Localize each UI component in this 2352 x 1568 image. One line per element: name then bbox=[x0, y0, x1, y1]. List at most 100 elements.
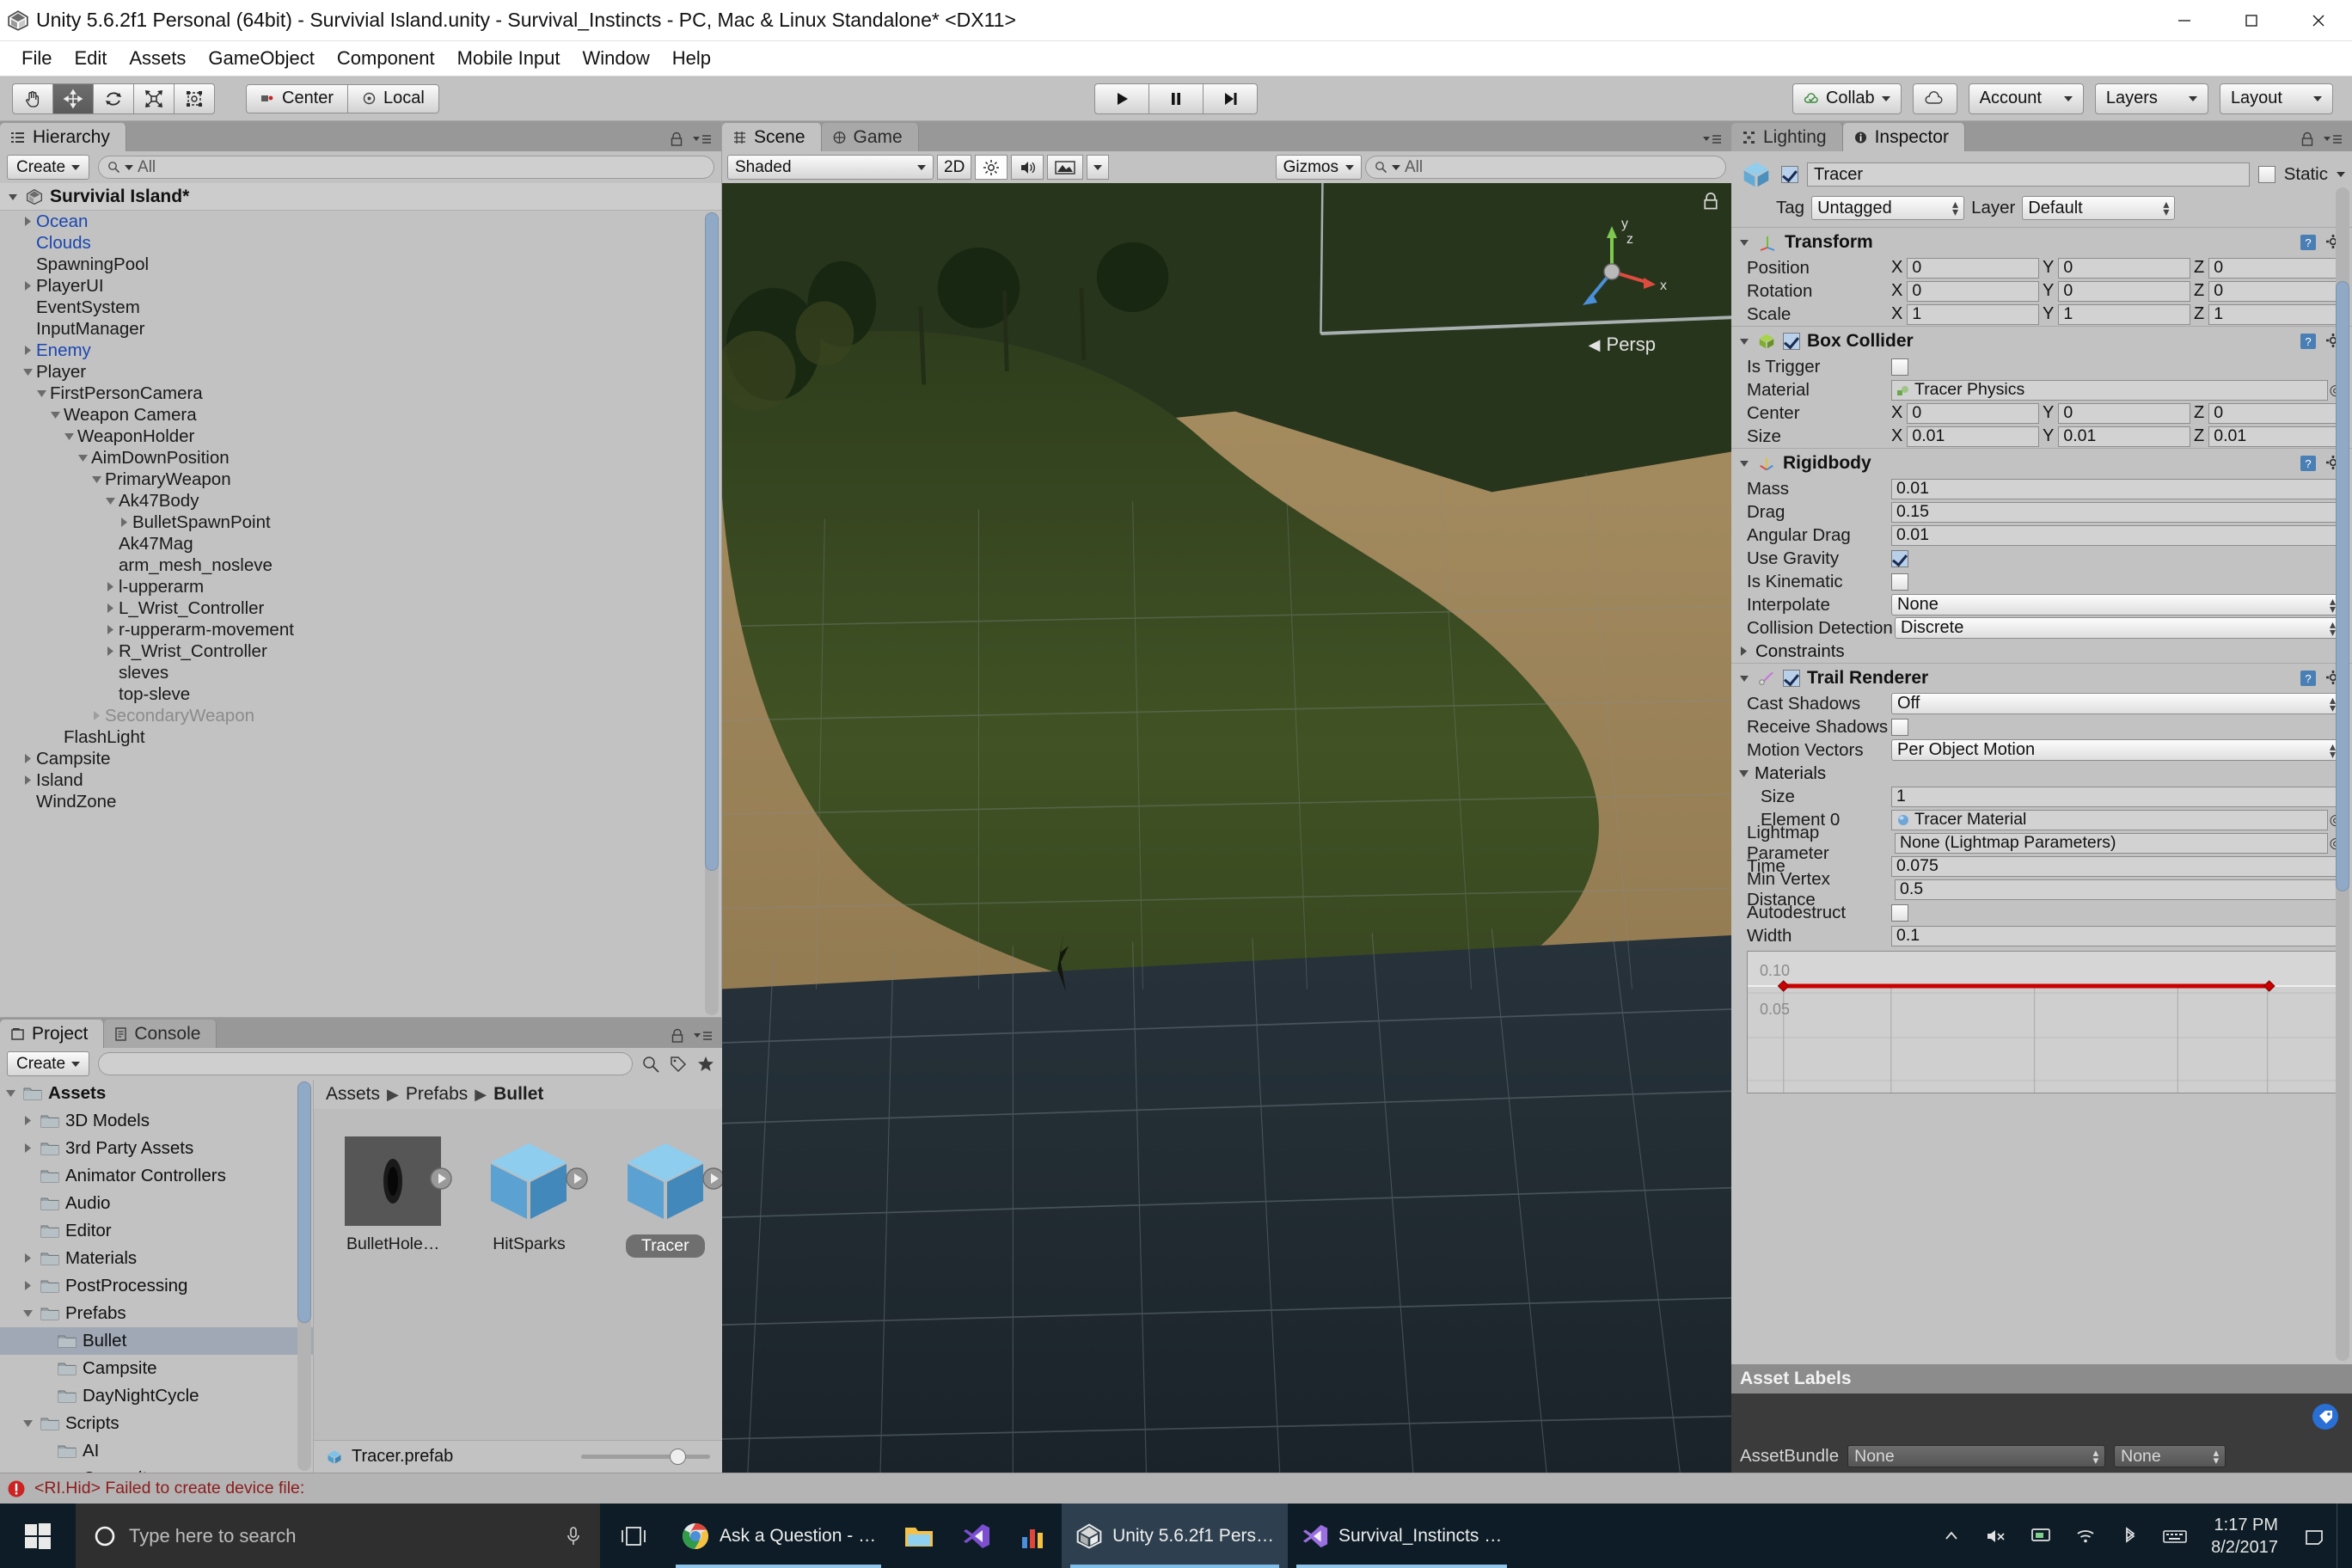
show-desktop-button[interactable] bbox=[2337, 1504, 2352, 1568]
scene-gizmo-lock-icon[interactable] bbox=[1702, 192, 1719, 216]
object-name-field[interactable]: Tracer bbox=[1807, 162, 2250, 187]
hierarchy-item-toggle[interactable] bbox=[105, 577, 119, 597]
collision-detection-dropdown[interactable]: Discrete ▴▾ bbox=[1895, 617, 2342, 639]
minimize-button[interactable] bbox=[2151, 0, 2218, 40]
scene-view-gizmo[interactable]: y x z bbox=[1547, 207, 1676, 336]
taskbar-clock[interactable]: 1:17 PM 8/2/2017 bbox=[2197, 1514, 2292, 1559]
rotate-tool-button[interactable] bbox=[93, 83, 134, 114]
collider-center-x-field[interactable]: 0 bbox=[1907, 403, 2039, 424]
slider-knob[interactable] bbox=[670, 1449, 686, 1465]
taskbar-search-input[interactable]: Type here to search bbox=[76, 1504, 600, 1568]
project-folder-toggle[interactable] bbox=[22, 1111, 34, 1131]
inspector-scrollbar[interactable] bbox=[2336, 187, 2349, 1361]
hierarchy-item-toggle[interactable] bbox=[22, 276, 36, 297]
layout-button[interactable]: Layout bbox=[2220, 83, 2333, 114]
project-folder-item[interactable]: Campsite bbox=[0, 1355, 313, 1382]
taskbar-app-chrome[interactable]: Ask a Question - … bbox=[667, 1504, 890, 1568]
tab-game[interactable]: Game bbox=[822, 123, 919, 151]
project-folder-toggle[interactable] bbox=[22, 1248, 34, 1269]
hierarchy-item[interactable]: sleves bbox=[0, 662, 721, 683]
hierarchy-item[interactable]: arm_mesh_nosleve bbox=[0, 554, 721, 576]
scene-viewport[interactable]: y x z ◀ Persp bbox=[722, 183, 1731, 1473]
tray-keyboard-button[interactable] bbox=[2153, 1504, 2197, 1568]
asset-grid[interactable]: BulletHole…HitSparksTracer bbox=[314, 1109, 722, 1440]
project-folder-tree[interactable]: Assets3D Models3rd Party AssetsAnimator … bbox=[0, 1080, 314, 1473]
collider-size-x-field[interactable]: 0.01 bbox=[1907, 426, 2039, 447]
hierarchy-item-toggle[interactable] bbox=[36, 383, 50, 404]
asset-item[interactable]: HitSparks bbox=[472, 1133, 585, 1254]
hierarchy-item[interactable]: WeaponHolder bbox=[0, 426, 721, 447]
autodestruct-checkbox[interactable] bbox=[1891, 904, 1908, 922]
hierarchy-scrollbar-thumb[interactable] bbox=[705, 212, 719, 871]
close-button[interactable] bbox=[2285, 0, 2352, 40]
project-folder-item[interactable]: Assets bbox=[0, 1080, 313, 1107]
menu-file[interactable]: File bbox=[10, 46, 63, 71]
project-folder-item[interactable]: PostProcessing bbox=[0, 1272, 313, 1300]
pivot-rotation-button[interactable]: Local bbox=[347, 84, 439, 113]
element0-field[interactable]: Tracer Material bbox=[1891, 810, 2328, 830]
rotation-y-field[interactable]: 0 bbox=[2058, 281, 2190, 302]
chevron-right-icon[interactable] bbox=[91, 710, 102, 721]
chevron-right-icon[interactable] bbox=[105, 646, 116, 657]
chevron-down-icon[interactable] bbox=[1738, 335, 1750, 347]
taskbar-app-survival-instincts[interactable]: Survival_Instincts … bbox=[1288, 1504, 1516, 1568]
position-x-field[interactable]: 0 bbox=[1907, 258, 2039, 279]
tab-scene[interactable]: Scene bbox=[722, 123, 822, 151]
chevron-right-icon[interactable] bbox=[105, 581, 116, 592]
hierarchy-item-toggle[interactable] bbox=[50, 405, 64, 426]
chevron-right-icon[interactable] bbox=[105, 624, 116, 635]
hierarchy-item[interactable]: WindZone bbox=[0, 791, 721, 812]
search-filter-icon[interactable] bbox=[641, 1055, 660, 1074]
hierarchy-item-toggle[interactable] bbox=[22, 340, 36, 361]
rigidbody-header[interactable]: Rigidbody ? bbox=[1731, 449, 2352, 477]
hierarchy-item[interactable]: SecondaryWeapon bbox=[0, 705, 721, 726]
cloud-button[interactable] bbox=[1913, 83, 1957, 114]
hierarchy-item-toggle[interactable] bbox=[22, 211, 36, 232]
hierarchy-item-toggle[interactable] bbox=[22, 770, 36, 791]
breadcrumb-item[interactable]: Assets bbox=[326, 1084, 380, 1105]
label-filter-icon[interactable] bbox=[669, 1055, 688, 1074]
hand-tool-button[interactable] bbox=[12, 83, 53, 114]
hierarchy-item[interactable]: InputManager bbox=[0, 318, 721, 340]
lock-icon[interactable] bbox=[2300, 132, 2314, 147]
tab-lighting[interactable]: Lighting bbox=[1731, 123, 1843, 151]
scale-tool-button[interactable] bbox=[133, 83, 175, 114]
rotation-x-field[interactable]: 0 bbox=[1907, 281, 2039, 302]
tab-console[interactable]: Console bbox=[104, 1020, 217, 1048]
project-folder-item[interactable]: DayNightCycle bbox=[0, 1382, 313, 1410]
inspector-scrollbar-thumb[interactable] bbox=[2336, 281, 2349, 891]
account-button[interactable]: Account bbox=[1969, 83, 2084, 114]
project-folder-item[interactable]: Editor bbox=[0, 1217, 313, 1245]
project-folder-toggle[interactable] bbox=[22, 1303, 34, 1324]
status-bar[interactable]: <RI.Hid> Failed to create device file: bbox=[0, 1473, 2352, 1504]
tray-expand-button[interactable] bbox=[1929, 1504, 1974, 1568]
chevron-right-icon[interactable] bbox=[105, 603, 116, 614]
taskbar-app-explorer[interactable] bbox=[890, 1504, 948, 1568]
breadcrumb-item[interactable]: Prefabs bbox=[406, 1084, 468, 1105]
chevron-right-icon[interactable] bbox=[22, 1253, 34, 1264]
project-folder-item[interactable]: Campsite bbox=[0, 1465, 313, 1473]
width-field[interactable]: 0.1 bbox=[1891, 926, 2342, 946]
tray-notifications-button[interactable] bbox=[2292, 1504, 2337, 1568]
hierarchy-item[interactable]: Weapon Camera bbox=[0, 404, 721, 426]
chevron-right-icon[interactable] bbox=[22, 1142, 34, 1154]
project-search-input[interactable] bbox=[98, 1052, 633, 1075]
hierarchy-item[interactable]: PlayerUI bbox=[0, 275, 721, 297]
collider-size-z-field[interactable]: 0.01 bbox=[2208, 426, 2342, 447]
min-vertex-distance-field[interactable]: 0.5 bbox=[1895, 879, 2342, 900]
chevron-right-icon[interactable] bbox=[22, 345, 34, 356]
time-field[interactable]: 0.075 bbox=[1891, 856, 2342, 877]
asset-label-add-button[interactable] bbox=[2311, 1402, 2340, 1436]
hierarchy-item[interactable]: Ak47Body bbox=[0, 490, 721, 511]
scene-lighting-button[interactable] bbox=[975, 155, 1008, 180]
chevron-down-icon[interactable] bbox=[1738, 457, 1750, 469]
panel-menu-icon[interactable] bbox=[692, 132, 713, 147]
collab-button[interactable]: Collab bbox=[1792, 83, 1902, 114]
project-folder-item[interactable]: Animator Controllers bbox=[0, 1162, 313, 1190]
gizmos-dropdown[interactable]: Gizmos bbox=[1276, 155, 1362, 180]
hierarchy-item[interactable]: Player bbox=[0, 361, 721, 383]
assetbundle-dropdown[interactable]: None ▴▾ bbox=[1847, 1445, 2105, 1467]
project-create-button[interactable]: Create bbox=[7, 1051, 89, 1076]
menu-gameobject[interactable]: GameObject bbox=[197, 46, 326, 71]
microphone-icon[interactable] bbox=[564, 1525, 583, 1547]
